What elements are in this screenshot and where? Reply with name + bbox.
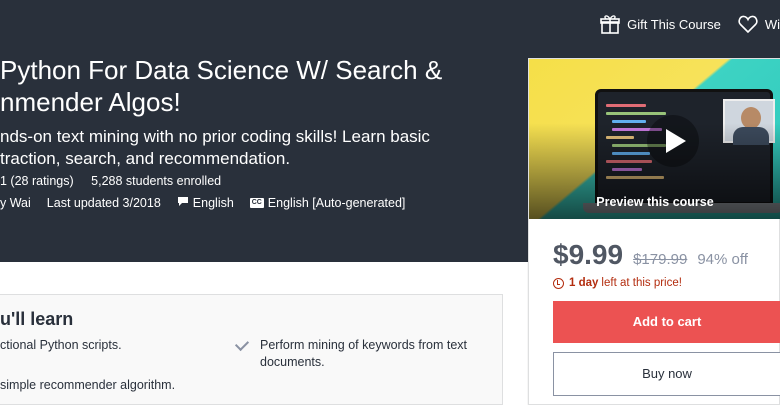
preview-label[interactable]: Preview this course [529,195,780,209]
timer-text: left at this price! [601,277,682,289]
course-language: English [192,196,234,210]
price-row: $9.99 $179.99 94% off [553,239,748,271]
gift-course-label: Gift This Course [627,16,721,32]
play-icon[interactable] [647,115,699,167]
wishlist-label: Wi [764,16,780,32]
course-preview[interactable]: Preview this course [529,59,780,219]
wishlist-button[interactable]: Wi [737,13,780,35]
sale-timer: 1 day left at this price! [553,277,682,289]
alarm-clock-icon [553,277,564,289]
add-to-cart-button[interactable]: Add to cart [553,301,780,343]
original-price: $179.99 [633,251,688,268]
what-youll-learn: u'll learn ctional Python scripts. Perfo… [0,294,503,405]
buy-now-button[interactable]: Buy now [553,352,780,396]
last-updated: Last updated 3/2018 [46,196,161,210]
checkmark-icon [234,336,250,352]
course-stats: 1 (28 ratings) 5,288 students enrolled [0,174,235,188]
heart-icon [737,13,759,35]
speech-bubble-icon [177,196,189,210]
learn-heading: u'll learn [0,309,74,329]
course-headline-line-2: traction, search, and recommendation. [0,149,291,168]
rating-text[interactable]: 1 (28 ratings) [0,174,74,188]
discount-percent: 94% off [697,251,748,268]
timer-days: 1 day [569,277,599,289]
course-meta: y Wai Last updated 3/2018 English CC Eng… [0,196,421,210]
learn-item: simple recommender algorithm. [0,378,176,392]
purchase-sidebar: Preview this course $9.99 $179.99 94% of… [528,58,780,405]
course-title: Python For Data Science W/ Search & nmen… [0,54,520,118]
course-title-line-2: nmender Algos! [0,87,181,117]
course-captions: English [Auto-generated] [267,196,406,210]
gift-course-button[interactable]: Gift This Course [599,13,721,35]
course-headline: nds-on text mining with no prior coding … [0,126,520,170]
learn-item: ctional Python scripts. [0,338,122,352]
learn-item: documents. [260,355,325,369]
gift-icon [599,13,621,35]
course-headline-line-1: nds-on text mining with no prior coding … [0,127,430,146]
current-price: $9.99 [553,239,624,270]
course-title-line-1: Python For Data Science W/ Search & [0,55,443,85]
closed-captions-icon: CC [249,198,264,208]
top-actions: Gift This Course Wi [583,12,780,36]
author-link[interactable]: y Wai [0,196,31,210]
learn-item: Perform mining of keywords from text [260,338,468,352]
students-enrolled: 5,288 students enrolled [91,174,222,188]
